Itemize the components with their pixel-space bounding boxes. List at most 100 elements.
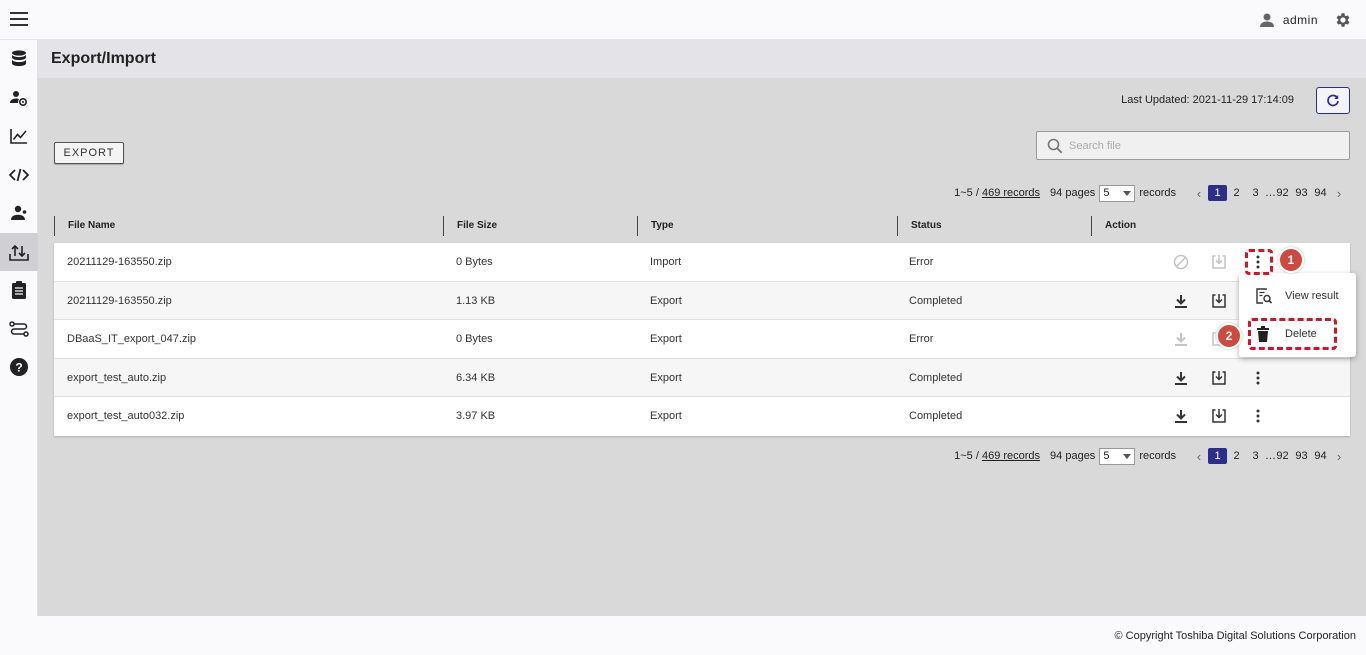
table-row: DBaaS_IT_export_047.zip 0 Bytes Export E…	[54, 320, 1350, 359]
search-icon	[1047, 138, 1063, 153]
page-link-current[interactable]: 1	[1208, 185, 1227, 201]
sidebar-item-users[interactable]	[0, 194, 38, 233]
username[interactable]: admin	[1283, 13, 1318, 27]
main-content: Last Updated: 2021-11-29 17:14:09 EXPORT…	[38, 78, 1366, 616]
page-link[interactable]: 92	[1273, 187, 1292, 199]
page-size-value: 5	[1103, 187, 1110, 199]
sidebar-item-export-import[interactable]	[0, 232, 38, 271]
help-icon: ?	[10, 358, 28, 377]
download-disabled-icon	[1171, 329, 1191, 349]
menu-item-view-result[interactable]: View result	[1239, 278, 1356, 314]
export-import-icon	[9, 244, 29, 261]
line-chart-icon	[10, 129, 27, 145]
dropdown-arrow-icon	[1123, 453, 1132, 459]
sidebar: ?	[0, 40, 38, 616]
sidebar-item-api[interactable]	[0, 156, 38, 195]
sidebar-item-logs[interactable]	[0, 271, 38, 310]
refresh-button[interactable]	[1316, 87, 1350, 114]
page-link-current[interactable]: 1	[1208, 448, 1227, 464]
page-size-value: 5	[1103, 450, 1110, 462]
search-input[interactable]	[1069, 139, 1339, 152]
type-cell: Export	[650, 371, 682, 384]
column-header-action: Action	[1091, 216, 1136, 236]
footer: © Copyright Toshiba Digital Solutions Co…	[0, 616, 1366, 655]
pagination-top: 1~5 / 469 records 94 pages 5 records ‹ 1…	[954, 183, 1348, 203]
sidebar-item-user-settings[interactable]	[0, 79, 38, 118]
prev-page-icon[interactable]: ‹	[1190, 449, 1208, 464]
page-link[interactable]: 93	[1292, 187, 1311, 199]
records-link[interactable]: 469 records	[982, 187, 1040, 199]
status-cell: Completed	[909, 410, 963, 422]
download-icon[interactable]	[1171, 291, 1191, 311]
hamburger-menu-icon[interactable]	[10, 12, 28, 28]
sidebar-item-monitoring[interactable]	[0, 117, 38, 156]
page-link[interactable]: 94	[1311, 187, 1330, 199]
menu-item-label: View result	[1285, 290, 1339, 302]
copyright-text: © Copyright Toshiba Digital Solutions Co…	[1114, 630, 1356, 642]
view-result-icon	[1256, 288, 1276, 304]
gear-icon[interactable]	[1334, 11, 1352, 29]
page-link[interactable]: 92	[1273, 450, 1292, 462]
page-link[interactable]: 3	[1246, 187, 1265, 199]
next-page-icon[interactable]: ›	[1330, 186, 1348, 201]
prev-page-icon[interactable]: ‹	[1190, 186, 1208, 201]
page-link[interactable]: 3	[1246, 450, 1265, 462]
page-link[interactable]: 93	[1292, 450, 1311, 462]
users-icon	[11, 206, 27, 221]
column-header-type[interactable]: Type	[637, 216, 674, 236]
next-page-icon[interactable]: ›	[1330, 449, 1348, 464]
status-cell: Completed	[909, 371, 963, 384]
page-header: Export/Import	[38, 40, 1366, 78]
file-table: 20211129-163550.zip 0 Bytes Import Error…	[54, 243, 1350, 436]
file-name-cell: DBaaS_IT_export_047.zip	[67, 333, 197, 345]
records-label: records	[1139, 450, 1176, 462]
last-updated-text: Last Updated: 2021-11-29 17:14:09	[1121, 94, 1294, 106]
download-result-icon[interactable]	[1209, 368, 1229, 388]
status-cell: Error	[909, 333, 934, 345]
download-result-disabled-icon	[1209, 252, 1229, 272]
sidebar-item-routing[interactable]	[0, 310, 38, 349]
page-size-select[interactable]: 5	[1099, 447, 1136, 465]
pagination-range: 1~5 /	[954, 187, 982, 199]
status-cell: Completed	[909, 294, 963, 307]
file-name-cell: export_test_auto.zip	[67, 371, 167, 384]
table-row: 20211129-163550.zip 0 Bytes Import Error	[54, 243, 1350, 282]
page-link[interactable]: 2	[1227, 450, 1246, 462]
page-size-select[interactable]: 5	[1099, 184, 1136, 202]
records-link[interactable]: 469 records	[982, 450, 1040, 462]
file-size-cell: 1.13 KB	[456, 294, 496, 307]
download-icon[interactable]	[1171, 368, 1191, 388]
svg-text:?: ?	[15, 361, 22, 375]
page-link[interactable]: 94	[1311, 450, 1330, 462]
column-header-status[interactable]: Status	[897, 216, 942, 236]
sidebar-item-database[interactable]	[0, 40, 38, 79]
records-label: records	[1139, 187, 1176, 199]
file-size-cell: 0 Bytes	[456, 256, 493, 268]
more-options-icon[interactable]	[1248, 406, 1268, 426]
clipboard-icon	[12, 281, 26, 300]
sidebar-item-help[interactable]: ?	[0, 348, 38, 387]
pages-count: 94 pages	[1050, 187, 1096, 199]
top-bar: admin	[0, 0, 1366, 40]
table-row: export_test_auto032.zip 3.97 KB Export C…	[54, 397, 1350, 436]
file-name-cell: 20211129-163550.zip	[67, 294, 172, 307]
page-link[interactable]: 2	[1227, 187, 1246, 199]
column-header-file-name[interactable]: File Name	[54, 216, 115, 236]
search-box[interactable]	[1036, 131, 1350, 160]
type-cell: Export	[650, 333, 682, 345]
file-size-cell: 6.34 KB	[456, 371, 496, 384]
column-header-file-size[interactable]: File Size	[443, 216, 497, 236]
table-header: File Name File Size Type Status Action	[54, 216, 1350, 243]
page-title: Export/Import	[51, 50, 156, 67]
download-result-icon[interactable]	[1209, 406, 1229, 426]
dropdown-arrow-icon	[1123, 190, 1132, 196]
export-button[interactable]: EXPORT	[54, 142, 124, 164]
user-gear-icon	[10, 90, 27, 106]
pages-count: 94 pages	[1050, 450, 1096, 462]
more-options-icon[interactable]	[1248, 368, 1268, 388]
download-icon[interactable]	[1171, 406, 1191, 426]
user-icon	[1259, 13, 1274, 27]
download-result-icon[interactable]	[1209, 291, 1229, 311]
pagination-bottom: 1~5 / 469 records 94 pages 5 records ‹ 1…	[954, 446, 1348, 466]
type-cell: Import	[650, 256, 682, 268]
